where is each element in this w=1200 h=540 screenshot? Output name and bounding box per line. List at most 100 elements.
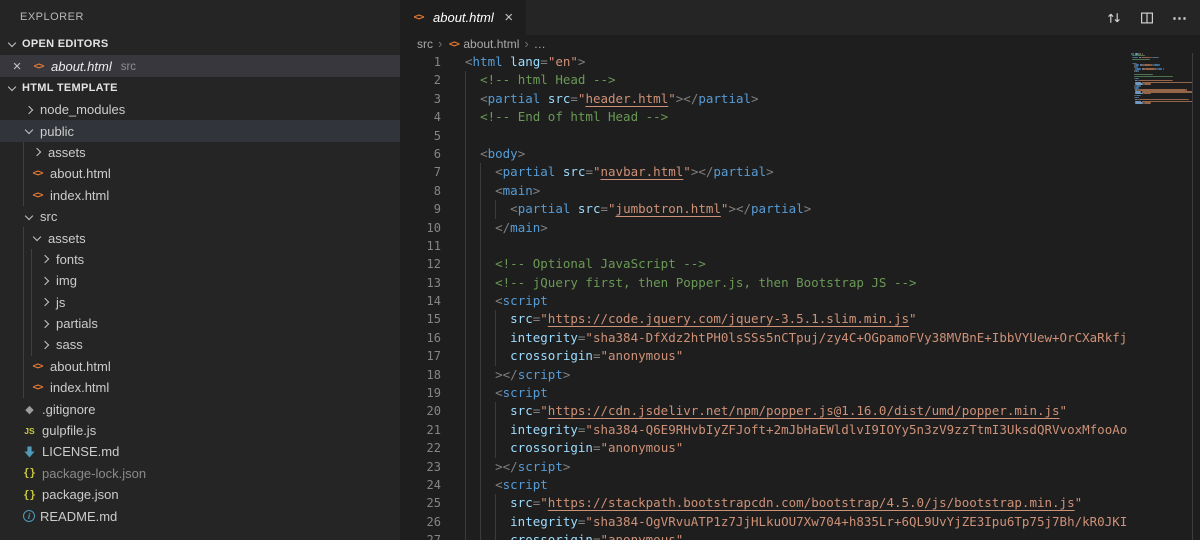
- tree-item-label: src: [40, 209, 58, 225]
- tree-item-gulpfile-js[interactable]: gulpfile.js: [0, 420, 400, 441]
- tree-item-img[interactable]: img: [0, 270, 400, 292]
- code-token: ></: [495, 366, 518, 382]
- breadcrumb-item-symbol[interactable]: …: [534, 37, 546, 51]
- code-line[interactable]: 4 <!-- End of html Head -->: [400, 108, 1200, 127]
- tree-item-readme-md[interactable]: README.md: [0, 505, 400, 526]
- split-editor-icon[interactable]: [1138, 9, 1156, 27]
- tree-indent-guide: [31, 248, 32, 271]
- open-editor-item-about-html[interactable]: about.html src: [0, 55, 400, 77]
- breadcrumb-item-src[interactable]: src: [417, 37, 433, 51]
- code-line[interactable]: 20 src="https://cdn.jsdelivr.net/npm/pop…: [400, 402, 1200, 421]
- code-token: html: [472, 54, 503, 69]
- tree-item-about-html[interactable]: about.html: [0, 355, 400, 378]
- code-line[interactable]: 8 <main>: [400, 181, 1200, 201]
- code-token: src: [510, 311, 533, 327]
- code-token: ": [683, 164, 691, 180]
- code-line[interactable]: 3 <partial src="header.html"></partial>: [400, 89, 1200, 109]
- code-line[interactable]: 9 <partial src="jumbotron.html"></partia…: [400, 200, 1200, 219]
- html-file-icon: [30, 188, 45, 203]
- more-actions-icon[interactable]: [1171, 9, 1189, 27]
- code-line[interactable]: 26 integrity="sha384-OgVRvuATP1z7JjHLkuO…: [400, 512, 1200, 532]
- editor-group: about.html src: [400, 0, 1200, 540]
- line-number: 5: [433, 128, 441, 143]
- section-html-template[interactable]: HTML TEMPLATE: [0, 77, 400, 99]
- code-line[interactable]: 1 <html lang="en">: [400, 53, 1200, 71]
- code-line[interactable]: 5: [400, 126, 1200, 145]
- code-token: <: [495, 385, 503, 401]
- indent-guide: [465, 439, 466, 458]
- code-line[interactable]: 16 integrity="sha384-DfXdz2htPH0lsSSs5nC…: [400, 328, 1200, 348]
- tree-item-license-md[interactable]: LICENSE.md: [0, 441, 400, 462]
- code-line[interactable]: 12 <!-- Optional JavaScript -->: [400, 255, 1200, 274]
- code-line[interactable]: 7 <partial src="navbar.html"></partial>: [400, 163, 1200, 182]
- indent-guide: [495, 494, 497, 513]
- code-editor-area[interactable]: 1 <html lang="en"> 2 <!-- html Head --> 3 <…: [400, 53, 1200, 540]
- breadcrumb-item-file[interactable]: about.html: [463, 37, 519, 51]
- tree-item-index-html[interactable]: index.html: [0, 377, 400, 399]
- tree-item-sass[interactable]: sass: [0, 334, 400, 356]
- indent-guide: [465, 328, 466, 348]
- tree-item-label: package.json: [42, 487, 119, 503]
- indent-guide: [465, 292, 466, 311]
- minimap[interactable]: [1128, 53, 1193, 540]
- tree-item-package-json[interactable]: package.json: [0, 484, 400, 505]
- code-line[interactable]: 23 ></script>: [400, 457, 1200, 476]
- code-line[interactable]: 15 src="https://code.jquery.com/jquery-3…: [400, 310, 1200, 329]
- indent-guide: [465, 494, 466, 513]
- code-line-content: <!-- Optional JavaScript -->: [465, 255, 1128, 274]
- tree-item-label: assets: [48, 230, 86, 246]
- section-open-editors-label: OPEN EDITORS: [22, 38, 109, 50]
- code-line[interactable]: 10 </main>: [400, 218, 1200, 237]
- code-token: ></: [675, 90, 699, 106]
- tree-item-assets[interactable]: assets: [0, 227, 400, 249]
- tab-about-html[interactable]: about.html: [400, 0, 526, 35]
- code-line[interactable]: 2 <!-- html Head -->: [400, 71, 1200, 90]
- tree-item-js[interactable]: js: [0, 291, 400, 313]
- code-line[interactable]: 6 <body>: [400, 144, 1200, 164]
- minimap-line-fragment: [1138, 70, 1139, 72]
- folder-collapsed-chevron-icon: [40, 319, 50, 328]
- tree-item-label: about.html: [50, 166, 111, 182]
- code-line[interactable]: 24 <script: [400, 475, 1200, 495]
- code-token: >: [577, 54, 586, 69]
- indent-guide: [480, 457, 482, 476]
- code-line[interactable]: 27 crossorigin="anonymous": [400, 531, 1200, 540]
- tree-item-index-html[interactable]: index.html: [0, 184, 400, 206]
- tree-item--gitignore[interactable]: .gitignore: [0, 398, 400, 419]
- tree-item-node-modules[interactable]: node_modules: [0, 99, 400, 120]
- code-line[interactable]: 25 src="https://stackpath.bootstrapcdn.c…: [400, 494, 1200, 513]
- close-tab-icon[interactable]: [501, 10, 517, 26]
- code-token: "anonymous": [600, 532, 684, 540]
- open-changes-icon[interactable]: [1105, 9, 1123, 27]
- code-line[interactable]: 22 crossorigin="anonymous": [400, 439, 1200, 458]
- code-line[interactable]: 14 <script: [400, 292, 1200, 311]
- minimap-line-fragment: [1135, 102, 1143, 104]
- code-line[interactable]: 11: [400, 236, 1200, 256]
- tree-indent-guide: [23, 163, 24, 185]
- json-file-icon: [22, 487, 37, 502]
- code-line[interactable]: 21 integrity="sha384-Q6E9RHvbIyZFJoft+2m…: [400, 420, 1200, 440]
- tree-item-fonts[interactable]: fonts: [0, 248, 400, 271]
- tree-item-src[interactable]: src: [0, 206, 400, 227]
- tree-item-partials[interactable]: partials: [0, 312, 400, 335]
- code-token: ": [668, 90, 676, 106]
- code-line[interactable]: 17 crossorigin="anonymous": [400, 347, 1200, 366]
- folder-collapsed-chevron-icon: [40, 255, 50, 264]
- code-line[interactable]: 18 ></script>: [400, 365, 1200, 385]
- indent-guide: [480, 420, 482, 440]
- tree-item-about-html[interactable]: about.html: [0, 163, 400, 185]
- close-editor-icon[interactable]: [9, 58, 25, 74]
- link-string: jumbotron.html: [615, 201, 721, 217]
- code-line[interactable]: 13 <!-- jQuery first, then Popper.js, th…: [400, 273, 1200, 293]
- indent-guide: [465, 126, 466, 145]
- tree-item-assets[interactable]: assets: [0, 141, 400, 164]
- indent-guide: [465, 365, 466, 385]
- tree-item-public[interactable]: public: [0, 120, 400, 142]
- section-open-editors[interactable]: OPEN EDITORS: [0, 33, 400, 55]
- line-number: 10: [426, 220, 441, 235]
- code-line[interactable]: 19 <script: [400, 384, 1200, 403]
- tree-item-package-lock-json[interactable]: package-lock.json: [0, 463, 400, 484]
- line-number: 13: [426, 275, 441, 290]
- tree-item-label: .gitignore: [42, 401, 96, 417]
- tree-item-label: package-lock.json: [42, 465, 147, 481]
